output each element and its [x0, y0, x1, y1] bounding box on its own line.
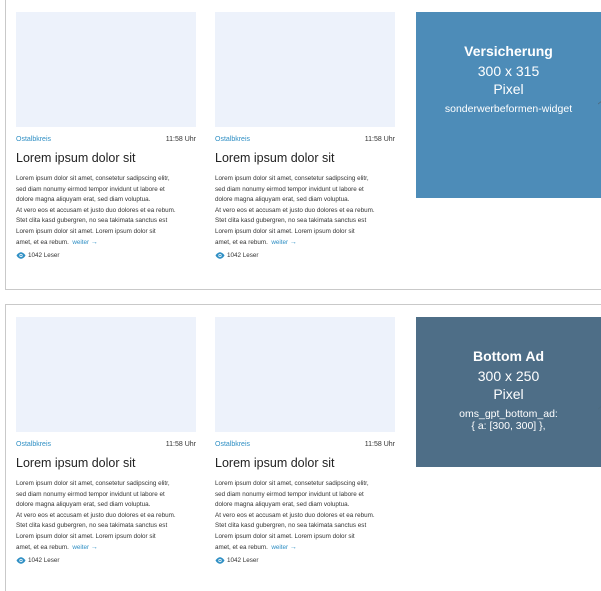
- excerpt-line: sed diam nonumy eirmod tempor invidunt u…: [215, 185, 364, 193]
- ad-unit: Pixel: [493, 81, 524, 97]
- article-title[interactable]: Lorem ipsum dolor sit: [215, 151, 395, 166]
- article-thumbnail[interactable]: [16, 317, 196, 432]
- reader-count-label: 1042 Leser: [28, 251, 60, 259]
- article-card[interactable]: Ostalbkreis 11:58 Uhr Lorem ipsum dolor …: [16, 12, 196, 260]
- article-title[interactable]: Lorem ipsum dolor sit: [215, 456, 395, 471]
- ad-title: Bottom Ad: [472, 348, 545, 364]
- read-more-label[interactable]: weiter: [72, 544, 89, 551]
- ad-placeholder-versicherung[interactable]: Versicherung 300 x 315 Pixel sonderwerbe…: [416, 12, 601, 198]
- excerpt-line: sed diam nonumy eirmod tempor invidunt u…: [16, 185, 165, 193]
- article-thumbnail[interactable]: [215, 317, 395, 432]
- excerpt-line: Lorem ipsum dolor sit amet, consetetur s…: [215, 175, 369, 182]
- article-region-link[interactable]: Ostalbkreis: [16, 136, 51, 143]
- excerpt-line: Lorem ipsum dolor sit amet. Lorem ipsum …: [215, 532, 355, 540]
- arrow-right-icon: →: [90, 238, 98, 246]
- excerpt-line: Lorem ipsum dolor sit amet. Lorem ipsum …: [215, 227, 355, 235]
- reader-count: 1042 Leser: [16, 555, 196, 565]
- reader-count-label: 1042 Leser: [227, 556, 259, 564]
- excerpt-line: Stet clita kasd gubergren, no sea takima…: [16, 522, 168, 530]
- excerpt-last-line: amet, et ea rebum. weiter →: [215, 238, 395, 249]
- excerpt-line: Lorem ipsum dolor sit amet. Lorem ipsum …: [16, 532, 156, 540]
- excerpt-line: At vero eos et accusam et justo duo dolo…: [215, 511, 375, 519]
- excerpt-line: Lorem ipsum dolor sit amet. Lorem ipsum …: [16, 227, 156, 235]
- read-more-link[interactable]: weiter →: [271, 544, 297, 551]
- excerpt-line: dolore magna aliquyam erat, sed diam vol…: [215, 196, 350, 204]
- arrow-right-icon: →: [90, 543, 98, 551]
- arrow-right-icon: →: [289, 238, 297, 246]
- ad-code-line: oms_gpt_bottom_ad:: [459, 408, 558, 420]
- excerpt-line: Stet clita kasd gubergren, no sea takima…: [16, 217, 168, 225]
- article-card[interactable]: Ostalbkreis 11:58 Uhr Lorem ipsum dolor …: [215, 12, 395, 260]
- excerpt-line: amet, et ea rebum.: [16, 238, 69, 246]
- reader-count-label: 1042 Leser: [227, 251, 259, 259]
- excerpt-line: dolore magna aliquyam erat, sed diam vol…: [16, 501, 151, 509]
- ad-title: Versicherung: [464, 43, 553, 59]
- teaser-section-bottom: Ostalbkreis 11:58 Uhr Lorem ipsum dolor …: [5, 304, 601, 591]
- ad-code-line: { a: [300, 300] },: [471, 420, 546, 432]
- article-title[interactable]: Lorem ipsum dolor sit: [16, 456, 196, 471]
- read-more-link[interactable]: weiter →: [271, 239, 297, 246]
- article-thumbnail[interactable]: [16, 12, 196, 127]
- article-thumbnail[interactable]: [215, 12, 395, 127]
- article-time: 11:58 Uhr: [165, 441, 196, 448]
- excerpt-line: At vero eos et accusam et justo duo dolo…: [215, 206, 375, 214]
- eye-icon: [215, 252, 225, 259]
- read-more-link[interactable]: weiter →: [72, 544, 98, 551]
- article-excerpt: Lorem ipsum dolor sit amet, consetetur s…: [16, 174, 196, 248]
- article-card[interactable]: Ostalbkreis 11:58 Uhr Lorem ipsum dolor …: [16, 317, 196, 565]
- article-excerpt: Lorem ipsum dolor sit amet, consetetur s…: [215, 479, 395, 553]
- excerpt-line: At vero eos et accusam et justo duo dolo…: [16, 511, 176, 519]
- read-more-label[interactable]: weiter: [271, 239, 288, 246]
- excerpt-last-line: amet, et ea rebum. weiter →: [16, 238, 196, 249]
- excerpt-line: amet, et ea rebum.: [16, 543, 69, 551]
- eye-icon: [215, 557, 225, 564]
- excerpt-line: At vero eos et accusam et justo duo dolo…: [16, 206, 176, 214]
- reader-count: 1042 Leser: [16, 250, 196, 260]
- read-more-label[interactable]: weiter: [271, 544, 288, 551]
- article-time: 11:58 Uhr: [364, 441, 395, 448]
- article-title[interactable]: Lorem ipsum dolor sit: [16, 151, 196, 166]
- excerpt-line: Stet clita kasd gubergren, no sea takima…: [215, 522, 367, 530]
- ad-placeholder-bottom-ad[interactable]: Bottom Ad 300 x 250 Pixel oms_gpt_bottom…: [416, 317, 601, 467]
- article-card[interactable]: Ostalbkreis 11:58 Uhr Lorem ipsum dolor …: [215, 317, 395, 565]
- article-time: 11:58 Uhr: [165, 136, 196, 143]
- excerpt-line: amet, et ea rebum.: [215, 238, 268, 246]
- ad-size: 300 x 250: [477, 368, 540, 384]
- article-excerpt: Lorem ipsum dolor sit amet, consetetur s…: [16, 479, 196, 553]
- read-more-link[interactable]: weiter →: [72, 239, 98, 246]
- excerpt-last-line: amet, et ea rebum. weiter →: [16, 543, 196, 554]
- excerpt-line: dolore magna aliquyam erat, sed diam vol…: [16, 196, 151, 204]
- eye-icon: [16, 252, 26, 259]
- excerpt-line: Lorem ipsum dolor sit amet, consetetur s…: [16, 480, 170, 487]
- article-excerpt: Lorem ipsum dolor sit amet, consetetur s…: [215, 174, 395, 248]
- excerpt-line: Lorem ipsum dolor sit amet, consetetur s…: [16, 175, 170, 182]
- reader-count: 1042 Leser: [215, 250, 395, 260]
- article-time: 11:58 Uhr: [364, 136, 395, 143]
- reader-count-label: 1042 Leser: [28, 556, 60, 564]
- ad-code: oms_gpt_bottom_ad: { a: [300, 300] },: [416, 408, 601, 432]
- ad-unit: Pixel: [493, 386, 524, 402]
- article-region-link[interactable]: Ostalbkreis: [215, 441, 250, 448]
- excerpt-line: sed diam nonumy eirmod tempor invidunt u…: [16, 490, 165, 498]
- excerpt-line: sed diam nonumy eirmod tempor invidunt u…: [215, 490, 364, 498]
- arrow-right-icon: →: [289, 543, 297, 551]
- teaser-section-top: Ostalbkreis 11:58 Uhr Lorem ipsum dolor …: [5, 0, 601, 290]
- excerpt-line: Lorem ipsum dolor sit amet, consetetur s…: [215, 480, 369, 487]
- article-region-link[interactable]: Ostalbkreis: [215, 136, 250, 143]
- excerpt-line: dolore magna aliquyam erat, sed diam vol…: [215, 501, 350, 509]
- read-more-label[interactable]: weiter: [72, 239, 89, 246]
- excerpt-line: amet, et ea rebum.: [215, 543, 268, 551]
- excerpt-last-line: amet, et ea rebum. weiter →: [215, 543, 395, 554]
- ad-code: sonderwerbeformen-widget: [444, 103, 573, 115]
- article-region-link[interactable]: Ostalbkreis: [16, 441, 51, 448]
- eye-icon: [16, 557, 26, 564]
- ad-size: 300 x 315: [477, 63, 540, 79]
- excerpt-line: Stet clita kasd gubergren, no sea takima…: [215, 217, 367, 225]
- reader-count: 1042 Leser: [215, 555, 395, 565]
